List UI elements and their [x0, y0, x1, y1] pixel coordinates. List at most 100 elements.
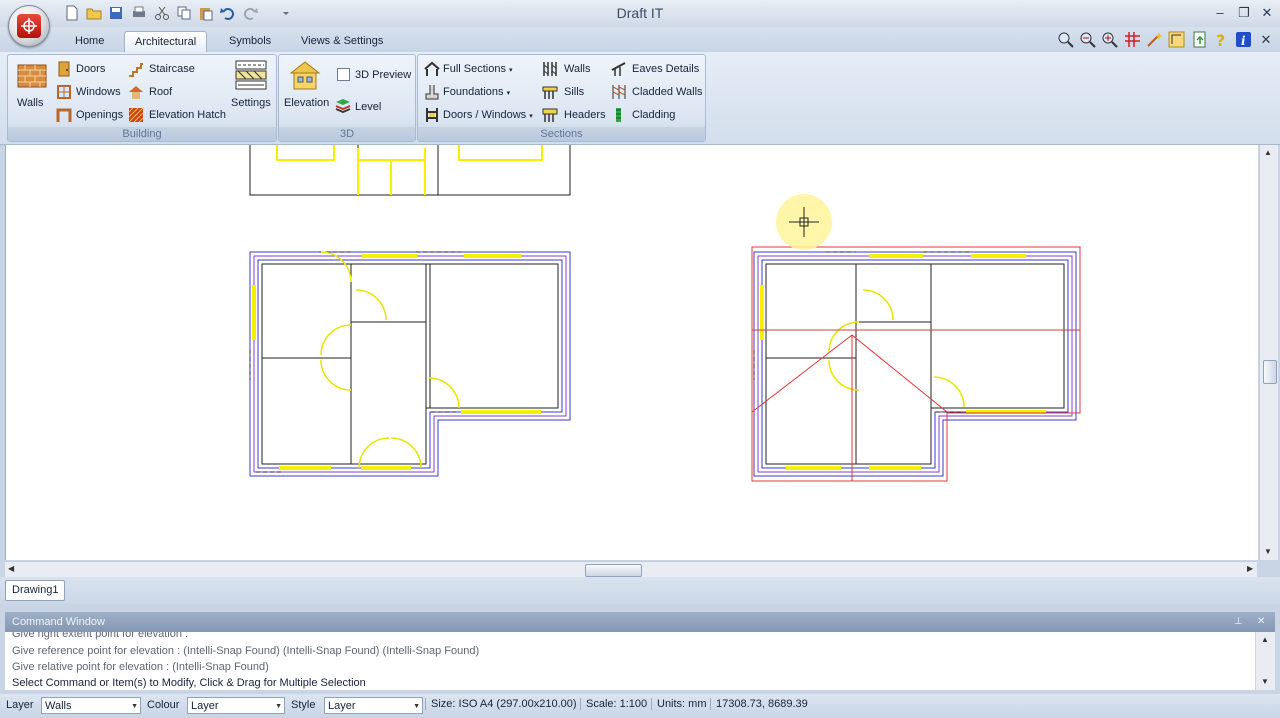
walls-section-icon [543, 62, 557, 76]
layer-value: Walls [45, 700, 72, 712]
roof-button[interactable]: Roof [149, 86, 172, 98]
sections-group-label: Sections [418, 127, 705, 141]
building-group: Walls Doors Windows Openings Staircase R… [7, 54, 277, 142]
export-icon[interactable] [1191, 31, 1208, 48]
3d-preview-label[interactable]: 3D Preview [355, 69, 411, 81]
sections-group: Full Sections ▾ Foundations ▾ Doors / Wi… [417, 54, 706, 142]
snap-wand-icon[interactable] [1146, 31, 1163, 48]
command-line: Give relative point for elevation : (Int… [12, 661, 269, 673]
minimize-button[interactable]: – [1210, 4, 1230, 22]
headers-icon [542, 108, 558, 122]
cursor-coordinates: 17308.73, 8689.39 [710, 698, 808, 710]
close-button[interactable]: ✕ [1257, 4, 1277, 22]
style-label: Style [291, 699, 316, 711]
pin-icon[interactable]: ⊥ [1234, 612, 1243, 632]
zoom-window-icon[interactable] [1057, 31, 1074, 48]
application-menu-button[interactable] [8, 5, 50, 47]
3d-preview-checkbox[interactable] [337, 68, 350, 81]
cladded-walls-button[interactable]: Cladded Walls [632, 86, 703, 98]
scroll-up-icon[interactable]: ▲ [1261, 635, 1269, 644]
ortho-mode-icon[interactable] [1168, 31, 1185, 48]
ribbon-close-button[interactable]: ✕ [1256, 31, 1276, 49]
chevron-down-icon: ▼ [131, 703, 138, 710]
layer-label: Layer [6, 699, 34, 711]
three-d-group-label: 3D [279, 127, 415, 141]
staircase-icon [129, 63, 143, 77]
foundations-icon [425, 85, 439, 100]
command-prompt: Select Command or Item(s) to Modify, Cli… [12, 677, 366, 689]
elevation-outline [751, 246, 1081, 482]
cladding-button[interactable]: Cladding [632, 109, 675, 121]
headers-button[interactable]: Headers [564, 109, 606, 121]
cladded-walls-icon [612, 85, 626, 99]
chevron-down-icon: ▼ [275, 703, 282, 710]
chevron-down-icon: ▾ [506, 90, 511, 97]
settings-button[interactable]: Settings [231, 97, 271, 109]
eaves-details-icon [611, 62, 626, 76]
full-sections-icon [424, 61, 440, 76]
command-scrollbar[interactable]: ▲ ▼ [1256, 632, 1275, 690]
scroll-down-icon[interactable]: ▼ [1261, 677, 1269, 686]
partial-plan-top [249, 145, 571, 196]
drawing-canvas[interactable] [5, 145, 1258, 560]
zoom-out-icon[interactable] [1079, 31, 1096, 48]
staircase-button[interactable]: Staircase [149, 63, 195, 75]
command-history: Give right extent point for elevation : … [5, 632, 1255, 690]
vertical-scroll-thumb[interactable] [1263, 360, 1277, 384]
app-logo-icon [17, 14, 41, 38]
scroll-down-icon[interactable]: ▼ [1264, 547, 1272, 556]
command-line: Give right extent point for elevation : [12, 632, 189, 640]
doors-windows-label: Doors / Windows [443, 109, 527, 121]
tab-architectural[interactable]: Architectural [124, 31, 208, 53]
help-icon[interactable]: ? [1213, 31, 1230, 48]
full-sections-button[interactable]: Full Sections ▾ [443, 63, 513, 75]
level-button[interactable]: Level [355, 101, 381, 113]
scroll-right-icon[interactable]: ▶ [1247, 564, 1253, 573]
windows-button[interactable]: Windows [76, 86, 121, 98]
grid-icon[interactable] [1124, 31, 1141, 48]
cladding-icon [616, 108, 621, 122]
svg-text:?: ? [1216, 31, 1225, 48]
chevron-down-icon: ▼ [413, 703, 420, 710]
colour-select[interactable]: Layer ▼ [187, 697, 285, 714]
walls-button[interactable]: Walls [17, 97, 43, 109]
title-bar: Draft IT – ❐ ✕ [0, 0, 1280, 27]
walls-section-button[interactable]: Walls [564, 63, 590, 75]
foundations-label: Foundations [443, 86, 504, 98]
tab-drawing1[interactable]: Drawing1 [5, 580, 66, 601]
eaves-details-button[interactable]: Eaves Details [632, 63, 699, 75]
openings-button[interactable]: Openings [76, 109, 123, 121]
horizontal-scrollbar[interactable]: ◀ ▶ [5, 561, 1257, 578]
level-layers-icon [335, 99, 351, 113]
tab-home[interactable]: Home [73, 31, 106, 52]
foundations-button[interactable]: Foundations ▾ [443, 86, 510, 98]
tab-symbols[interactable]: Symbols [227, 31, 273, 52]
zoom-in-icon[interactable] [1101, 31, 1118, 48]
style-value: Layer [328, 700, 356, 712]
window-icon [57, 85, 71, 99]
chevron-down-icon: ▾ [509, 67, 513, 74]
layer-select[interactable]: Walls ▼ [41, 697, 141, 714]
doors-button[interactable]: Doors [76, 63, 105, 75]
command-window-title: Command Window [12, 616, 105, 628]
doors-windows-button[interactable]: Doors / Windows ▾ [443, 109, 533, 121]
restore-button[interactable]: ❐ [1234, 4, 1254, 22]
horizontal-scroll-thumb[interactable] [585, 564, 642, 577]
elevation-button[interactable]: Elevation [284, 97, 329, 109]
command-window-header: Command Window ⊥ ✕ [5, 612, 1275, 632]
command-window-close-button[interactable]: ✕ [1257, 612, 1265, 632]
window-title: Draft IT [616, 5, 664, 21]
sills-button[interactable]: Sills [564, 86, 584, 98]
tab-views-settings[interactable]: Views & Settings [299, 31, 385, 52]
style-select[interactable]: Layer ▼ [324, 697, 423, 714]
info-icon[interactable]: i [1235, 31, 1252, 48]
settings-hatch-icon [235, 60, 267, 90]
chevron-down-icon: ▾ [529, 113, 533, 120]
drawing-area[interactable] [6, 145, 1258, 560]
colour-value: Layer [191, 700, 219, 712]
scroll-up-icon[interactable]: ▲ [1264, 148, 1272, 157]
elevation-hatch-button[interactable]: Elevation Hatch [149, 109, 226, 121]
roof-icon [129, 86, 143, 99]
vertical-scrollbar[interactable]: ▲ ▼ [1259, 145, 1278, 560]
scroll-left-icon[interactable]: ◀ [8, 564, 14, 573]
